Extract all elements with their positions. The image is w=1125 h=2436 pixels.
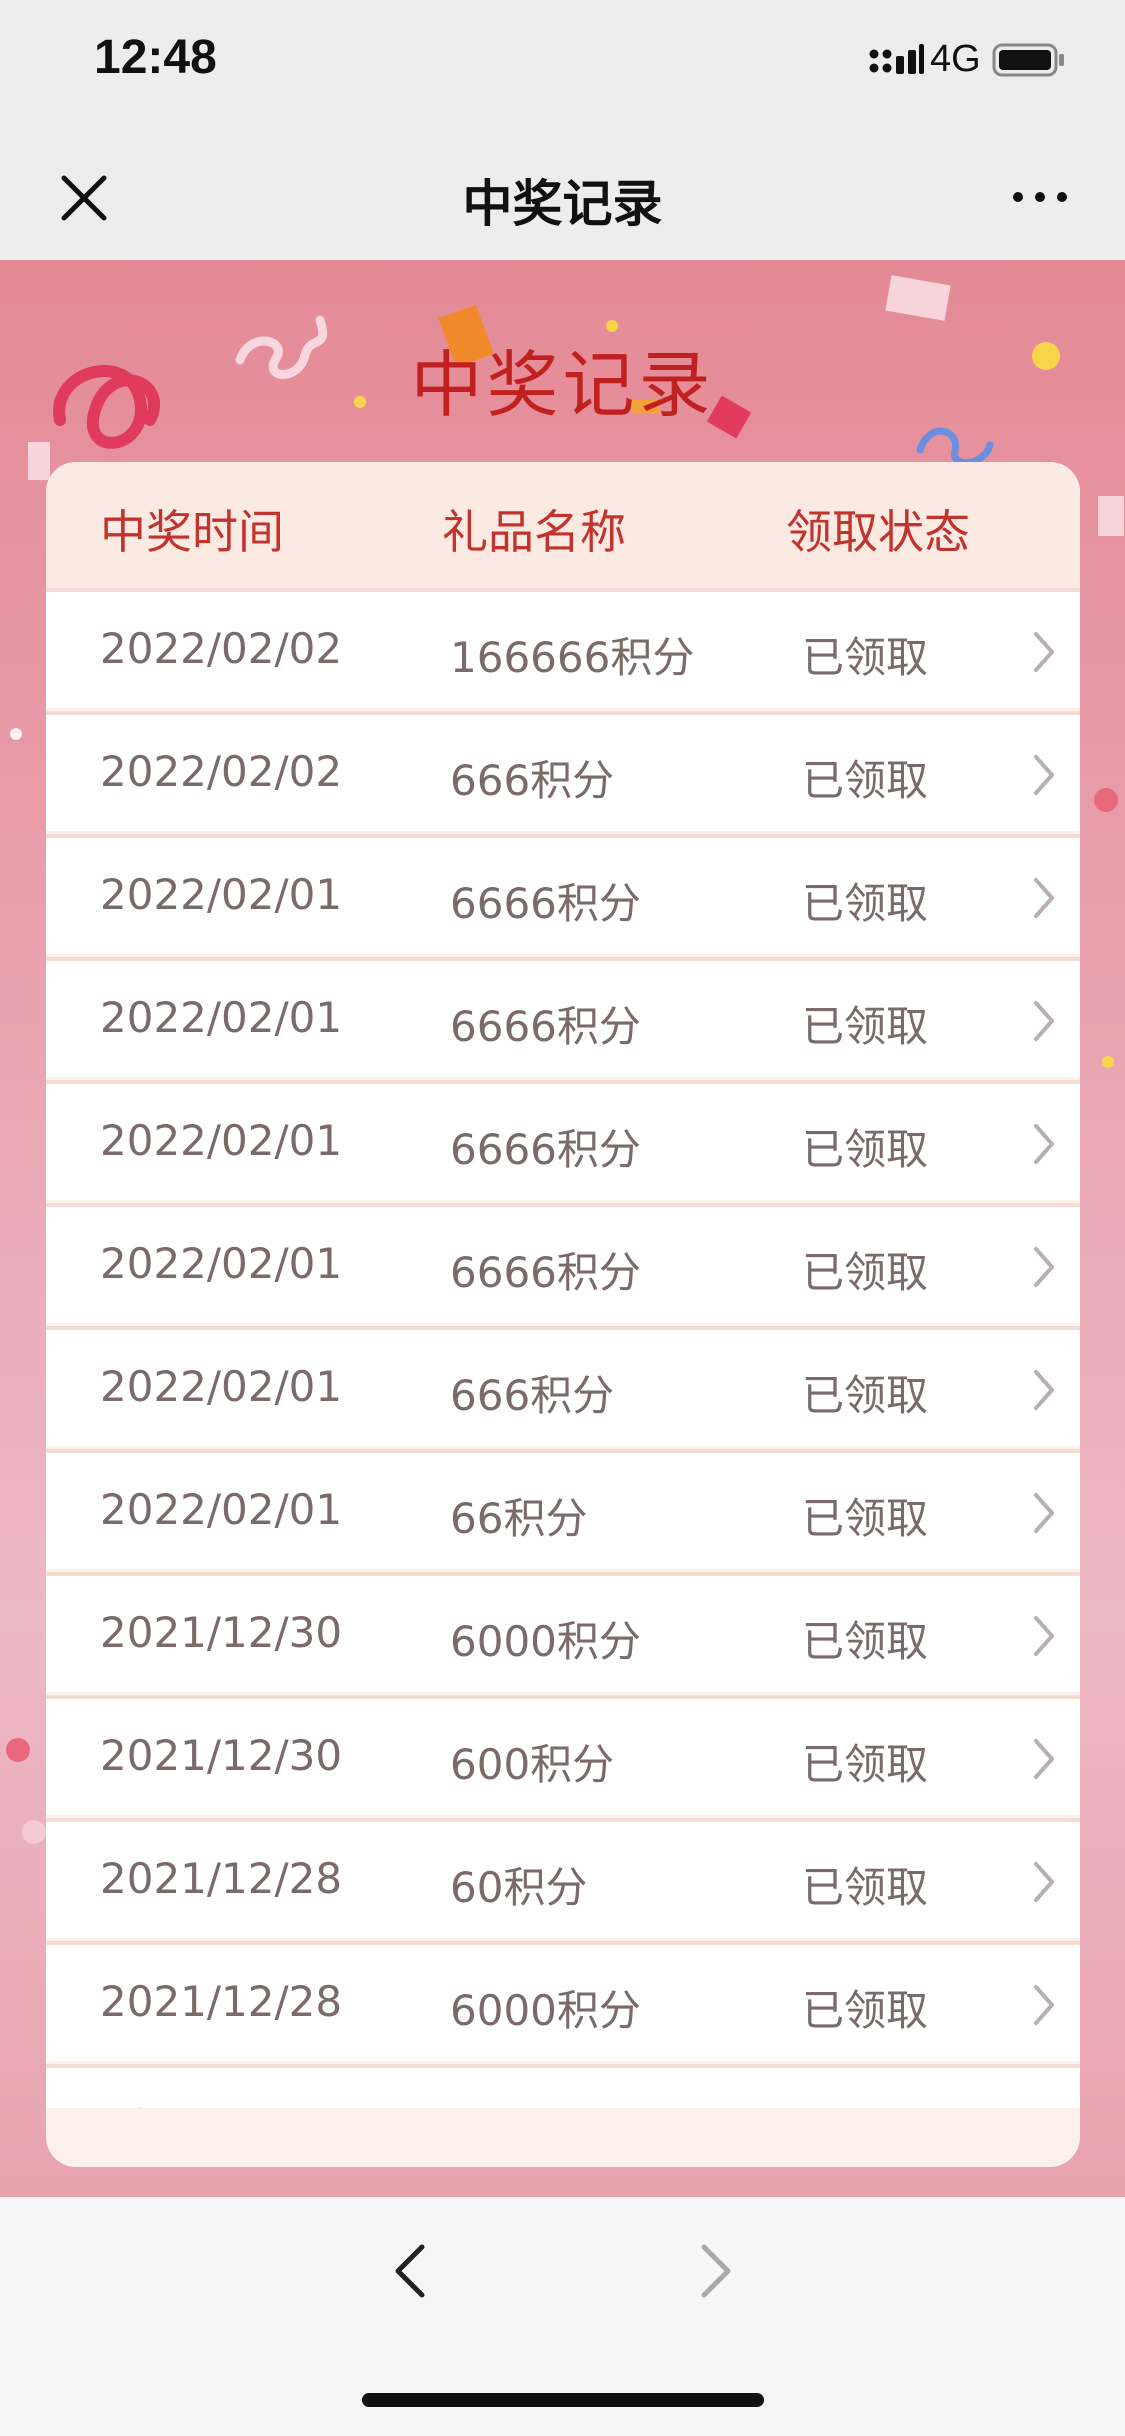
more-icon[interactable] <box>1010 182 1070 212</box>
battery-icon <box>992 43 1064 77</box>
table-row[interactable]: 2022/02/01 6666积分 已领取 <box>46 957 1080 1077</box>
chevron-right-icon <box>1034 1985 1054 2025</box>
chevron-right-icon <box>1034 1247 1054 1287</box>
row-date: 2022/02/01 <box>100 1239 343 1288</box>
banner-title: 中奖记录 <box>410 343 715 427</box>
chevron-right-icon <box>1034 1616 1054 1656</box>
header-time: 中奖时间 <box>100 505 284 559</box>
table-row[interactable]: 2022/02/01 6666积分 已领取 <box>46 834 1080 954</box>
row-prize: 6000积分 <box>450 1986 641 2035</box>
row-prize: 60积分 <box>450 1863 588 1912</box>
row-prize: 600积分 <box>450 2100 614 2108</box>
nav-bar: 中奖记录 <box>0 130 1125 260</box>
row-date: 2021/12/30 <box>100 1731 343 1780</box>
row-prize: 6666积分 <box>450 1002 641 1051</box>
row-status: 已领取 <box>802 1125 929 1174</box>
records-card: 中奖时间 礼品名称 领取状态 2022/02/02 166666积分 已领取 2022… <box>46 462 1080 2167</box>
row-prize: 600积分 <box>450 1740 615 1789</box>
row-prize: 666积分 <box>450 756 615 805</box>
table-row[interactable]: 2021/12/30 600积分 已领取 <box>46 1695 1080 1815</box>
row-status: 已领取 <box>802 756 929 805</box>
row-status: 已领取 <box>802 633 929 682</box>
chevron-right-icon <box>1034 1739 1054 1779</box>
table-header: 中奖时间 礼品名称 领取状态 <box>46 462 1080 588</box>
row-prize: 166666积分 <box>450 633 695 682</box>
table-row[interactable]: 2021/12/28 6000积分 已领取 <box>46 1941 1080 2061</box>
row-status: 已领取 <box>802 2100 928 2108</box>
row-date: 2022/02/02 <box>100 747 343 796</box>
row-status: 已领取 <box>802 1863 929 1912</box>
row-status: 已领取 <box>802 879 929 928</box>
row-date: 2021/12/27 <box>100 2100 342 2108</box>
row-prize: 6666积分 <box>450 1125 641 1174</box>
row-prize: 6666积分 <box>450 879 641 928</box>
row-date: 2022/02/02 <box>100 624 343 673</box>
table-row[interactable]: 2021/12/28 60积分 已领取 <box>46 1818 1080 1938</box>
home-indicator <box>362 2393 764 2407</box>
chevron-right-icon <box>1034 1124 1054 1164</box>
chevron-right-icon <box>1034 1862 1054 1902</box>
row-prize: 66积分 <box>450 1494 588 1543</box>
chevron-right-icon <box>1034 755 1054 795</box>
row-status: 已领取 <box>802 1740 929 1789</box>
header-status: 领取状态 <box>786 505 970 559</box>
row-status: 已领取 <box>802 1002 929 1051</box>
network-type: 4G <box>930 38 981 80</box>
row-date: 2021/12/28 <box>100 1854 343 1903</box>
status-time: 12:48 <box>94 31 217 84</box>
table-row[interactable]: 2022/02/01 6666积分 已领取 <box>46 1203 1080 1323</box>
row-status: 已领取 <box>802 1986 929 2035</box>
table-row[interactable]: 2022/02/02 166666积分 已领取 <box>46 588 1080 708</box>
chevron-right-icon <box>1034 632 1054 672</box>
row-date: 2021/12/30 <box>100 1608 343 1657</box>
chevron-right-icon <box>1034 1370 1054 1410</box>
row-date: 2022/02/01 <box>100 993 343 1042</box>
row-status: 已领取 <box>802 1248 929 1297</box>
row-date: 2022/02/01 <box>100 1116 343 1165</box>
row-prize: 666积分 <box>450 1371 615 1420</box>
back-arrow-icon[interactable] <box>392 2241 428 2301</box>
table-row[interactable]: 2021/12/27 600积分 已领取 <box>46 2064 1080 2108</box>
row-date: 2022/02/01 <box>100 1362 343 1411</box>
chevron-right-icon <box>1034 1001 1054 1041</box>
table-row[interactable]: 2022/02/01 6666积分 已领取 <box>46 1080 1080 1200</box>
row-date: 2021/12/28 <box>100 1977 343 2026</box>
header-prize: 礼品名称 <box>442 505 626 559</box>
row-date: 2022/02/01 <box>100 870 343 919</box>
prize-records-page: 中奖记录 中奖时间 礼品名称 领取状态 2022/02/02 166666积分 已领… <box>0 260 1125 2197</box>
status-bar: 12:48 4G <box>0 0 1125 130</box>
nav-title: 中奖记录 <box>462 175 663 233</box>
row-status: 已领取 <box>802 1371 929 1420</box>
records-list[interactable]: 2022/02/02 166666积分 已领取 2022/02/02 666积分 已领取 2… <box>46 588 1080 2108</box>
table-row[interactable]: 2022/02/01 666积分 已领取 <box>46 1326 1080 1446</box>
row-status: 已领取 <box>802 1617 929 1666</box>
chevron-right-icon <box>1034 1493 1054 1533</box>
table-row[interactable]: 2022/02/02 666积分 已领取 <box>46 711 1080 831</box>
row-prize: 6000积分 <box>450 1617 641 1666</box>
chevron-right-icon <box>1034 878 1054 918</box>
row-date: 2022/02/01 <box>100 1485 343 1534</box>
forward-arrow-icon[interactable] <box>698 2241 734 2301</box>
table-row[interactable]: 2022/02/01 66积分 已领取 <box>46 1449 1080 1569</box>
row-prize: 6666积分 <box>450 1248 641 1297</box>
table-row[interactable]: 2021/12/30 6000积分 已领取 <box>46 1572 1080 1692</box>
row-status: 已领取 <box>802 1494 929 1543</box>
chevron-right-icon <box>1030 2106 1058 2108</box>
signal-icon <box>869 44 924 74</box>
